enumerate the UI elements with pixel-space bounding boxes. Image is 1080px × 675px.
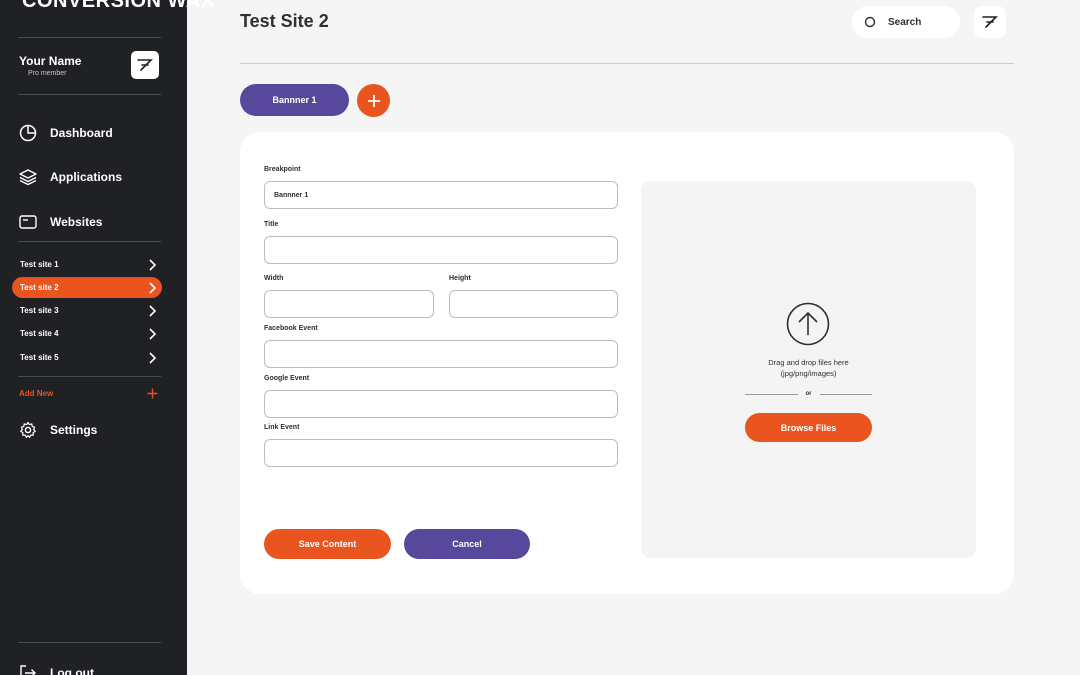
- search-button[interactable]: Search: [852, 6, 960, 38]
- facebook-event-label: Facebook Event: [264, 325, 318, 332]
- sidebar-item-test-site-4[interactable]: Test site 4: [12, 323, 162, 344]
- brand-logo-icon[interactable]: [131, 51, 159, 79]
- dropzone-instructions: Drag and drop files here: [768, 358, 849, 367]
- dropzone-file-types: (jpg/png/images): [780, 369, 837, 378]
- nav-websites-label: Websites: [50, 215, 103, 229]
- site-label: Test site 1: [20, 260, 59, 269]
- nav-applications-label: Applications: [50, 170, 123, 184]
- user-role: Pro member: [28, 70, 67, 77]
- facebook-event-input[interactable]: [264, 340, 618, 368]
- sidebar-item-test-site-2[interactable]: Test site 2: [12, 277, 162, 298]
- tab-banner-1[interactable]: Bannner 1: [240, 84, 349, 116]
- sidebar-item-test-site-5[interactable]: Test site 5: [12, 347, 162, 368]
- add-new-site-button[interactable]: Add New: [19, 388, 158, 399]
- sidebar-item-test-site-3[interactable]: Test site 3: [12, 300, 162, 321]
- site-label: Test site 2: [20, 283, 59, 292]
- logout-icon: [19, 664, 37, 675]
- link-event-input[interactable]: [264, 439, 618, 467]
- width-input[interactable]: [264, 290, 434, 318]
- title-input[interactable]: [264, 236, 618, 264]
- browser-window-icon: [19, 213, 37, 231]
- sidebar-item-test-site-1[interactable]: Test site 1: [12, 254, 162, 275]
- or-label: or: [805, 391, 812, 397]
- nav-dashboard[interactable]: Dashboard: [19, 124, 113, 142]
- save-content-button[interactable]: Save Content: [264, 529, 391, 559]
- pie-chart-icon: [19, 124, 37, 142]
- header-divider: [240, 63, 1014, 64]
- upload-arrow-icon: [786, 302, 830, 346]
- chevron-right-icon: [149, 258, 156, 271]
- nav-settings-label: Settings: [50, 423, 98, 437]
- banner-form-card: Breakpoint Title Width Height Facebook E…: [240, 132, 1014, 594]
- sidebar-divider: [18, 376, 161, 377]
- nav-settings[interactable]: Settings: [19, 421, 97, 439]
- user-name: Your Name: [19, 54, 82, 68]
- height-label: Height: [449, 275, 471, 282]
- logout-label: Log out: [50, 666, 94, 675]
- gear-icon: [19, 421, 37, 439]
- page-title: Test Site 2: [240, 11, 329, 31]
- site-label: Test site 3: [20, 306, 59, 315]
- logout-button[interactable]: Log out: [19, 664, 94, 675]
- height-input[interactable]: [449, 290, 618, 318]
- link-event-label: Link Event: [264, 424, 300, 431]
- sidebar-divider: [18, 642, 161, 643]
- browse-files-button[interactable]: Browse Files: [745, 413, 872, 442]
- chevron-right-icon: [149, 327, 156, 340]
- nav-applications[interactable]: Applications: [19, 168, 122, 186]
- breakpoint-label: Breakpoint: [264, 166, 301, 173]
- title-label: Title: [264, 221, 279, 228]
- chevron-right-icon: [149, 351, 156, 364]
- layers-icon: [19, 168, 37, 186]
- chevron-right-icon: [149, 304, 156, 317]
- brand-logo: CONVERSION WAX: [22, 0, 215, 12]
- or-separator: or: [745, 391, 872, 397]
- sidebar-divider: [18, 241, 161, 242]
- file-dropzone[interactable]: Drag and drop files here (jpg/png/images…: [641, 181, 976, 558]
- breakpoint-input[interactable]: [264, 181, 618, 209]
- separator-line: [745, 393, 798, 395]
- site-label: Test site 4: [20, 329, 59, 338]
- google-event-label: Google Event: [264, 375, 310, 382]
- add-banner-button[interactable]: [357, 84, 390, 117]
- search-label: Search: [888, 16, 922, 28]
- add-new-label: Add New: [19, 389, 54, 398]
- sidebar: CONVERSION WAX Your Name Pro member Dash…: [0, 0, 214, 675]
- site-label: Test site 5: [20, 353, 59, 362]
- separator-line: [819, 393, 872, 395]
- plus-icon: [147, 388, 158, 399]
- sidebar-divider: [18, 37, 161, 38]
- plus-icon: [367, 94, 380, 107]
- width-label: Width: [264, 275, 284, 282]
- google-event-input[interactable]: [264, 390, 618, 418]
- sidebar-divider: [18, 94, 161, 95]
- brand-logo-icon[interactable]: [974, 6, 1006, 38]
- nav-dashboard-label: Dashboard: [50, 126, 113, 140]
- chevron-right-icon: [149, 281, 156, 294]
- cancel-button[interactable]: Cancel: [404, 529, 530, 559]
- nav-websites[interactable]: Websites: [19, 213, 102, 231]
- search-icon: [864, 16, 876, 28]
